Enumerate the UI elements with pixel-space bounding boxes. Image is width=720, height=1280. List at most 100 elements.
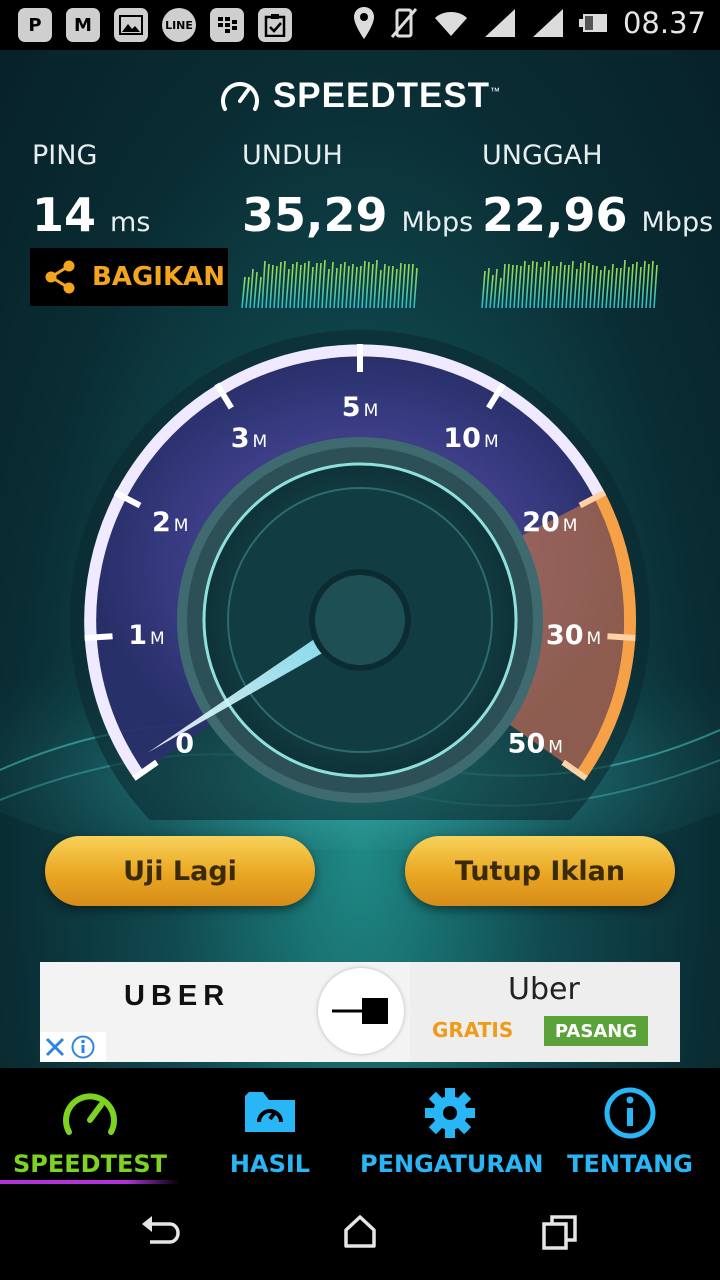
graph-bar (489, 274, 494, 308)
wifi-icon (434, 12, 467, 36)
ad-choices[interactable] (40, 1032, 106, 1062)
ping-number: 14 (32, 188, 97, 242)
ad-install-button[interactable]: PASANG (544, 1016, 648, 1046)
graph-bar (505, 263, 510, 308)
graph-bar (617, 267, 622, 308)
graph-bar (305, 260, 310, 308)
uber-icon (332, 998, 388, 1024)
graph-bar (525, 264, 530, 308)
recent-apps-icon[interactable] (542, 1214, 578, 1250)
graph-bar (529, 260, 534, 308)
graph-bar (537, 266, 542, 308)
graph-bar (577, 262, 582, 308)
tab-about[interactable]: TENTANG (540, 1068, 720, 1186)
system-status: 08.37 (353, 6, 706, 40)
gauge-tick-label: 0 (175, 729, 194, 760)
graph-bar (389, 265, 394, 308)
tab-bar: SPEEDTEST HASIL PENGATURAN TENTANG (0, 1068, 720, 1186)
battery-icon (578, 14, 607, 32)
tab-settings-label: PENGATURAN (360, 1150, 544, 1178)
tab-results[interactable]: HASIL (180, 1068, 360, 1186)
graph-bar (325, 268, 330, 308)
tab-speedtest[interactable]: SPEEDTEST (0, 1068, 180, 1186)
share-label: BAGIKAN (92, 262, 225, 292)
graph-bar (357, 265, 362, 308)
speedometer-icon (221, 82, 259, 111)
graph-bar (541, 261, 546, 308)
graph-bar (521, 260, 526, 308)
pinterest-icon: P (18, 8, 52, 42)
graph-bar (377, 269, 382, 308)
gallery-icon (114, 8, 148, 42)
graph-bar (341, 261, 346, 308)
graph-bar (593, 265, 598, 308)
ad-logo: UBER (124, 980, 231, 1012)
retest-button[interactable]: Uji Lagi (45, 836, 315, 906)
graph-bar (265, 263, 270, 308)
graph-bar (297, 264, 302, 308)
graph-bar (649, 260, 654, 308)
results-folder-icon (245, 1092, 295, 1132)
graph-bar (533, 261, 538, 308)
app-title: SPEEDTEST™ (0, 76, 720, 116)
active-tab-indicator (0, 1180, 180, 1184)
tab-results-label: HASIL (229, 1150, 311, 1178)
bbm-icon (210, 8, 244, 42)
graph-bar (397, 262, 402, 308)
graph-bar (345, 265, 350, 308)
graph-bar (513, 264, 518, 308)
graph-bar (609, 263, 614, 308)
gauge-tick (607, 633, 636, 642)
graph-bar (561, 264, 566, 308)
graph-bar (301, 262, 306, 308)
graph-bar (329, 261, 334, 308)
gmail-icon: M (66, 8, 100, 42)
download-value: 35,29 Mbps (242, 188, 473, 242)
graph-bar (401, 263, 406, 308)
graph-bar (313, 262, 318, 308)
clock: 08.37 (622, 6, 706, 40)
back-icon[interactable] (140, 1214, 180, 1250)
close-icon[interactable] (44, 1036, 66, 1058)
trademark: ™ (490, 86, 502, 98)
gear-icon (425, 1088, 475, 1138)
graph-bar (485, 267, 490, 308)
graph-bar (413, 267, 418, 308)
graph-bar (493, 268, 498, 308)
graph-bar (257, 276, 262, 308)
graph-bar (633, 261, 638, 308)
graph-bar (353, 266, 358, 308)
graph-bar (385, 265, 390, 308)
graph-bar (641, 260, 646, 308)
graph-bar (245, 276, 250, 308)
graph-bar (309, 266, 314, 308)
graph-bar (501, 263, 506, 308)
graph-bar (589, 264, 594, 308)
graph-bar (565, 264, 570, 308)
tab-settings[interactable]: PENGATURAN (360, 1068, 544, 1186)
graph-bar (293, 261, 298, 308)
download-number: 35,29 (242, 188, 388, 242)
graph-bar (361, 260, 366, 308)
signal-icon (532, 9, 563, 37)
close-ad-button[interactable]: Tutup Iklan (405, 836, 675, 906)
graph-bar (605, 269, 610, 308)
graph-bar (269, 264, 274, 308)
graph-bar (281, 260, 286, 308)
graph-bar (289, 263, 294, 308)
status-bar: P M LINE 08.37 (0, 0, 720, 50)
graph-bar (569, 260, 574, 308)
ad-banner[interactable]: UBER Uber GRATIS PASANG (40, 962, 680, 1062)
share-button[interactable]: BAGIKAN (30, 248, 228, 306)
graph-bar (249, 268, 254, 308)
info-icon[interactable] (70, 1034, 96, 1060)
graph-bar (629, 263, 634, 308)
graph-bar (625, 266, 630, 308)
graph-bar (369, 263, 374, 308)
home-icon[interactable] (342, 1214, 378, 1250)
graph-bar (557, 261, 562, 308)
graph-bar (497, 277, 502, 308)
graph-bar (645, 263, 650, 308)
graph-bar (241, 276, 246, 308)
graph-bar (409, 263, 414, 308)
